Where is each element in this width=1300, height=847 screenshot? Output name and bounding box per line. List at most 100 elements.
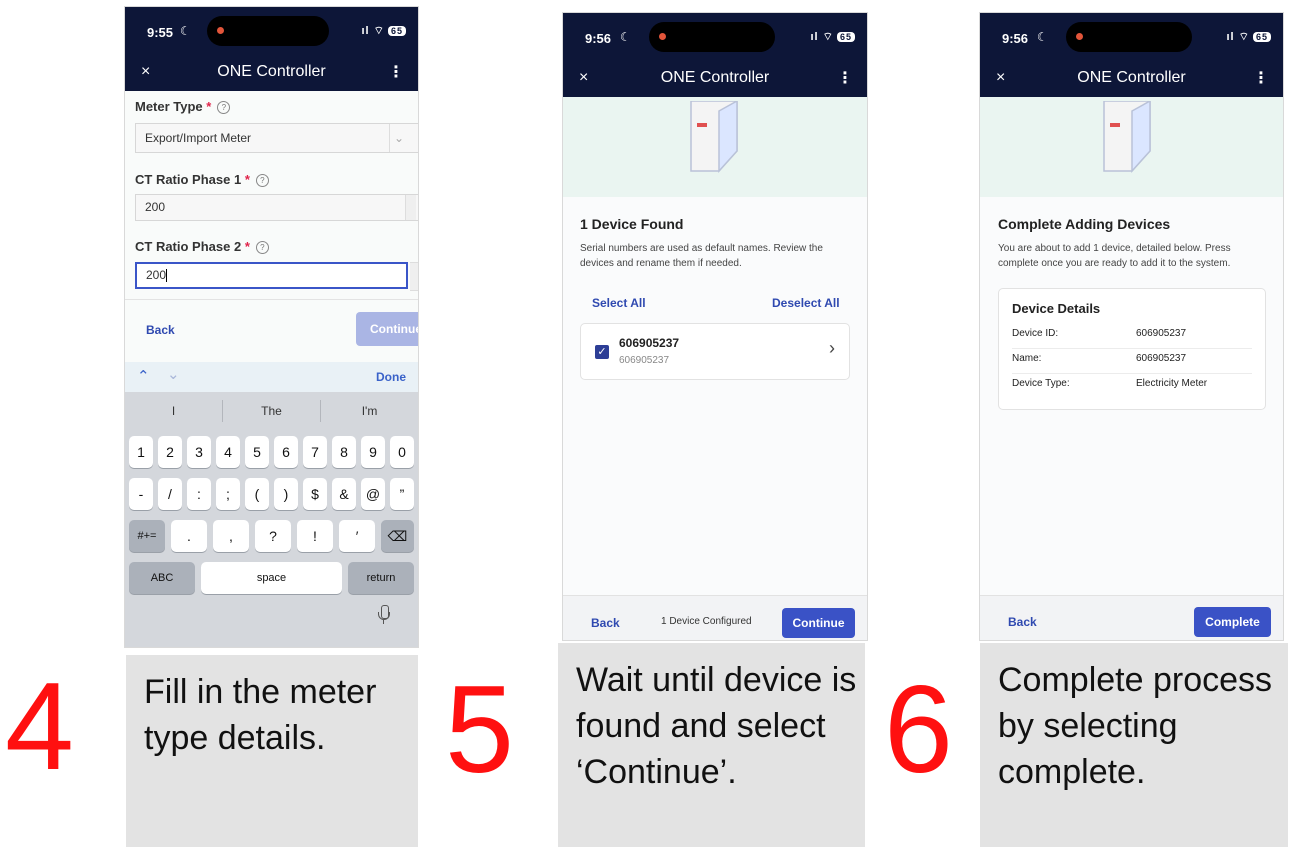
key-slash[interactable]: / [158,478,182,510]
key-2[interactable]: 2 [158,436,182,468]
back-button[interactable]: Back [591,616,620,630]
meter-type-label: Meter Type *? [135,99,231,115]
app-header: × ONE Controller ⋮ [125,55,418,91]
step-5-caption: Wait until device is found and select ‘C… [558,643,865,847]
select-all-link[interactable]: Select All [592,296,646,310]
complete-button[interactable]: Complete [1194,607,1271,637]
detail-value: 606905237 [1136,328,1187,339]
device-illustration-banner [980,97,1283,197]
chevron-down-icon[interactable]: ⌄ [167,365,180,383]
status-time: 9:56 [1002,31,1029,46]
app-title: ONE Controller [1077,69,1186,86]
detail-value: Electricity Meter [1136,378,1208,389]
key-symbols[interactable]: #+= [129,520,165,552]
key-question[interactable]: ? [255,520,291,552]
divider [125,299,418,300]
key-paren-open[interactable]: ( [245,478,269,510]
back-button[interactable]: Back [146,323,175,337]
key-dash[interactable]: - [129,478,153,510]
detail-label: Device ID: [1012,328,1059,339]
key-9[interactable]: 9 [361,436,385,468]
ct-ratio-phase1-input[interactable]: 200 [135,194,418,221]
ct-ratio-phase2-input[interactable]: 200 [135,262,408,289]
key-at[interactable]: @ [361,478,385,510]
key-1[interactable]: 1 [129,436,153,468]
chevron-up-icon[interactable]: ⌃ [137,367,150,385]
phone-screen-step-4: 9:55 ☾ ıl ⌔ 65 × ONE Controller ⋮ Meter T… [125,7,418,647]
help-icon[interactable]: ? [217,101,231,115]
key-exclaim[interactable]: ! [297,520,333,552]
menu-icon[interactable]: ⋮ [837,68,853,88]
detail-label: Device Type: [1012,378,1070,389]
key-4[interactable]: 4 [216,436,240,468]
status-bar: 9:55 ☾ ıl ⌔ 65 [125,7,418,55]
electricity-meter-illustration [690,101,738,173]
page-description: Serial numbers are used as default names… [580,243,823,269]
step-number-5: 5 [445,661,514,799]
detail-value: 606905237 [1136,353,1187,364]
detail-row: Device ID: 606905237 [1012,328,1252,349]
key-abc[interactable]: ABC [129,562,195,594]
recording-dot-icon [1076,33,1083,40]
key-ampersand[interactable]: & [332,478,356,510]
keyboard-toolbar: ⌃ ⌄ Done [125,362,418,392]
key-period[interactable]: . [171,520,207,552]
help-icon[interactable]: ? [255,174,269,188]
device-details-title: Device Details [1012,301,1101,316]
chevron-right-icon[interactable]: › [829,338,835,359]
key-comma[interactable]: , [213,520,249,552]
footer-bar: Back Complete [980,595,1283,640]
done-button[interactable]: Done [376,370,406,384]
key-3[interactable]: 3 [187,436,211,468]
key-7[interactable]: 7 [303,436,327,468]
back-button[interactable]: Back [1008,615,1037,629]
key-space[interactable]: space [201,562,342,594]
continue-button[interactable]: Continue [782,608,855,638]
menu-icon[interactable]: ⋮ [1253,68,1269,88]
phone-screen-step-6: 9:56 ☾ ıl ⌔ 65 × ONE Controller ⋮ Complet… [980,13,1283,640]
app-title: ONE Controller [660,69,770,86]
suggestion-2[interactable]: The [223,404,320,418]
recording-dot-icon [217,27,224,34]
status-bar: 9:56 ☾ ıl ⌔ 65 [980,13,1283,61]
key-0[interactable]: 0 [390,436,414,468]
step-number-6: 6 [884,661,953,799]
deselect-all-link[interactable]: Deselect All [772,296,840,310]
detail-label: Name: [1012,353,1042,364]
continue-button[interactable]: Continue [356,312,418,346]
step-4-caption: Fill in the meter type details. [126,655,418,847]
page-heading: 1 Device Found [580,216,684,232]
suggestion-1[interactable]: I [125,404,222,418]
key-5[interactable]: 5 [245,436,269,468]
signal-wifi-icon: ıl ⌔ 65 [810,30,855,44]
suggestion-3[interactable]: I'm [321,404,418,418]
numeric-keyboard: I The I'm 1 2 3 4 5 6 7 8 9 0 - / : ; ( … [125,392,418,647]
device-list-item[interactable]: ✓ 606905237 606905237 › [580,323,850,380]
key-semicolon[interactable]: ; [216,478,240,510]
moon-icon: ☾ [620,30,631,44]
electricity-meter-illustration [1103,101,1151,173]
moon-icon: ☾ [1037,30,1048,44]
key-8[interactable]: 8 [332,436,356,468]
menu-icon[interactable]: ⋮ [388,62,404,82]
key-quote[interactable]: ” [390,478,414,510]
key-apostrophe[interactable]: ′ [339,520,375,552]
key-6[interactable]: 6 [274,436,298,468]
page-description: You are about to add 1 device, detailed … [998,243,1231,269]
key-dollar[interactable]: $ [303,478,327,510]
key-colon[interactable]: : [187,478,211,510]
moon-icon: ☾ [180,24,191,38]
app-header: × ONE Controller ⋮ [563,61,867,97]
battery-icon: 65 [836,32,855,42]
help-icon[interactable]: ? [255,241,269,255]
device-checkbox[interactable]: ✓ [595,345,609,359]
backspace-icon[interactable]: ⌫ [381,520,414,552]
battery-icon: 65 [387,26,406,36]
key-return[interactable]: return [348,562,414,594]
device-serial: 606905237 [619,355,670,366]
meter-type-select[interactable]: Export/Import Meter ⌄ [135,123,418,153]
microphone-icon[interactable] [378,605,390,625]
key-paren-close[interactable]: ) [274,478,298,510]
configured-status: 1 Device Configured [661,616,752,627]
status-bar: 9:56 ☾ ıl ⌔ 65 [563,13,867,61]
